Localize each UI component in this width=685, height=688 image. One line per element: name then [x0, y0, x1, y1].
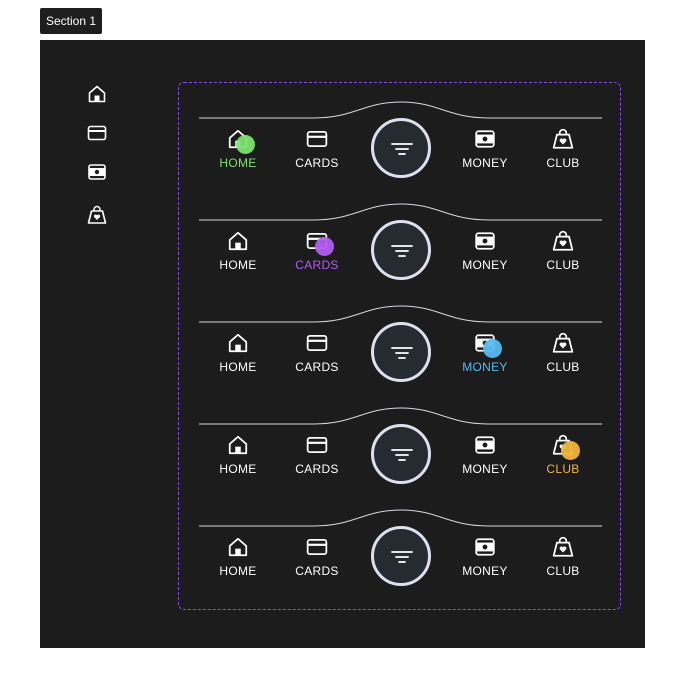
card-icon	[306, 332, 328, 354]
active-indicator-dot	[561, 441, 580, 460]
home-icon	[227, 332, 249, 354]
nav-item-label: CARDS	[295, 564, 339, 578]
nav-item-home[interactable]: HOME	[203, 230, 273, 280]
filter-fab-button[interactable]	[371, 118, 431, 178]
nav-item-label: CLUB	[546, 564, 580, 578]
nav-item-label: MONEY	[462, 564, 508, 578]
nav-item-label: CARDS	[295, 462, 339, 476]
bag-icon	[87, 205, 107, 225]
nav-item-label: CARDS	[295, 156, 339, 170]
filter-fab-button[interactable]	[371, 424, 431, 484]
nav-item-label: CLUB	[546, 360, 580, 374]
filter-fab-button[interactable]	[371, 322, 431, 382]
nav-item-money[interactable]: MONEY	[450, 434, 520, 484]
nav-item-money[interactable]: MONEY	[450, 536, 520, 586]
money-icon	[474, 434, 496, 456]
nav-bar-variant: HOME CARDS MONEY CLUB	[199, 302, 602, 404]
nav-item-cards[interactable]: CARDS	[282, 128, 352, 178]
nav-item-club[interactable]: CLUB	[528, 332, 598, 382]
money-icon	[87, 162, 107, 182]
money-icon	[474, 230, 496, 252]
active-indicator-dot	[315, 237, 334, 256]
nav-item-club[interactable]: CLUB	[528, 230, 598, 280]
home-icon	[227, 536, 249, 558]
nav-item-club[interactable]: CLUB	[528, 536, 598, 586]
nav-item-label: HOME	[219, 360, 257, 374]
nav-item-label: CLUB	[546, 462, 580, 476]
home-icon	[227, 434, 249, 456]
money-icon	[474, 536, 496, 558]
filter-icon	[391, 245, 413, 257]
nav-item-money[interactable]: MONEY	[450, 332, 520, 382]
bag-icon	[552, 230, 574, 252]
filter-icon	[391, 449, 413, 461]
section-label[interactable]: Section 1	[40, 8, 103, 34]
nav-item-home[interactable]: HOME	[203, 434, 273, 484]
card-icon	[306, 230, 334, 256]
filter-icon	[391, 551, 413, 563]
nav-bar-variant: HOME CARDS MONEY CLUB	[199, 200, 602, 302]
nav-bar-variant: HOME CARDS MONEY CLUB	[199, 98, 602, 200]
nav-item-label: HOME	[219, 156, 257, 170]
filter-icon	[391, 143, 413, 155]
bag-icon	[552, 434, 580, 460]
nav-item-club[interactable]: CLUB	[528, 128, 598, 178]
nav-item-label: CLUB	[546, 156, 580, 170]
bag-icon	[552, 536, 574, 558]
bag-icon	[552, 128, 574, 150]
active-indicator-dot	[236, 135, 255, 154]
active-indicator-dot	[483, 339, 502, 358]
nav-item-label: CARDS	[295, 360, 339, 374]
nav-item-label: HOME	[219, 564, 257, 578]
card-icon	[306, 128, 328, 150]
card-icon	[306, 536, 328, 558]
nav-bar-variant: HOME CARDS MONEY CLUB	[199, 404, 602, 506]
card-icon	[306, 434, 328, 456]
nav-item-label: MONEY	[462, 462, 508, 476]
money-icon	[474, 332, 502, 358]
filter-fab-button[interactable]	[371, 526, 431, 586]
filter-fab-button[interactable]	[371, 220, 431, 280]
nav-item-money[interactable]: MONEY	[450, 128, 520, 178]
nav-item-money[interactable]: MONEY	[450, 230, 520, 280]
nav-item-label: MONEY	[462, 258, 508, 272]
nav-item-label: CARDS	[295, 258, 339, 272]
nav-item-cards[interactable]: CARDS	[282, 230, 352, 280]
nav-item-home[interactable]: HOME	[203, 536, 273, 586]
nav-item-cards[interactable]: CARDS	[282, 536, 352, 586]
filter-icon	[391, 347, 413, 359]
nav-item-label: HOME	[219, 258, 257, 272]
nav-item-cards[interactable]: CARDS	[282, 332, 352, 382]
nav-item-home[interactable]: HOME	[203, 128, 273, 178]
navbar-variants: HOME CARDS MONEY CLUB HOME CARDS MONEY CLUB HOME…	[178, 82, 621, 610]
nav-bar-variant: HOME CARDS MONEY CLUB	[199, 506, 602, 608]
home-icon	[227, 128, 255, 154]
nav-item-label: HOME	[219, 462, 257, 476]
nav-item-label: CLUB	[546, 258, 580, 272]
card-icon	[87, 123, 107, 143]
bag-icon	[552, 332, 574, 354]
nav-item-home[interactable]: HOME	[203, 332, 273, 382]
component-frame: HOME CARDS MONEY CLUB HOME CARDS MONEY CLUB HOME…	[40, 40, 645, 648]
nav-item-label: MONEY	[462, 360, 508, 374]
money-icon	[474, 128, 496, 150]
nav-item-club[interactable]: CLUB	[528, 434, 598, 484]
home-icon	[227, 230, 249, 252]
nav-item-cards[interactable]: CARDS	[282, 434, 352, 484]
home-icon	[87, 84, 107, 104]
nav-item-label: MONEY	[462, 156, 508, 170]
